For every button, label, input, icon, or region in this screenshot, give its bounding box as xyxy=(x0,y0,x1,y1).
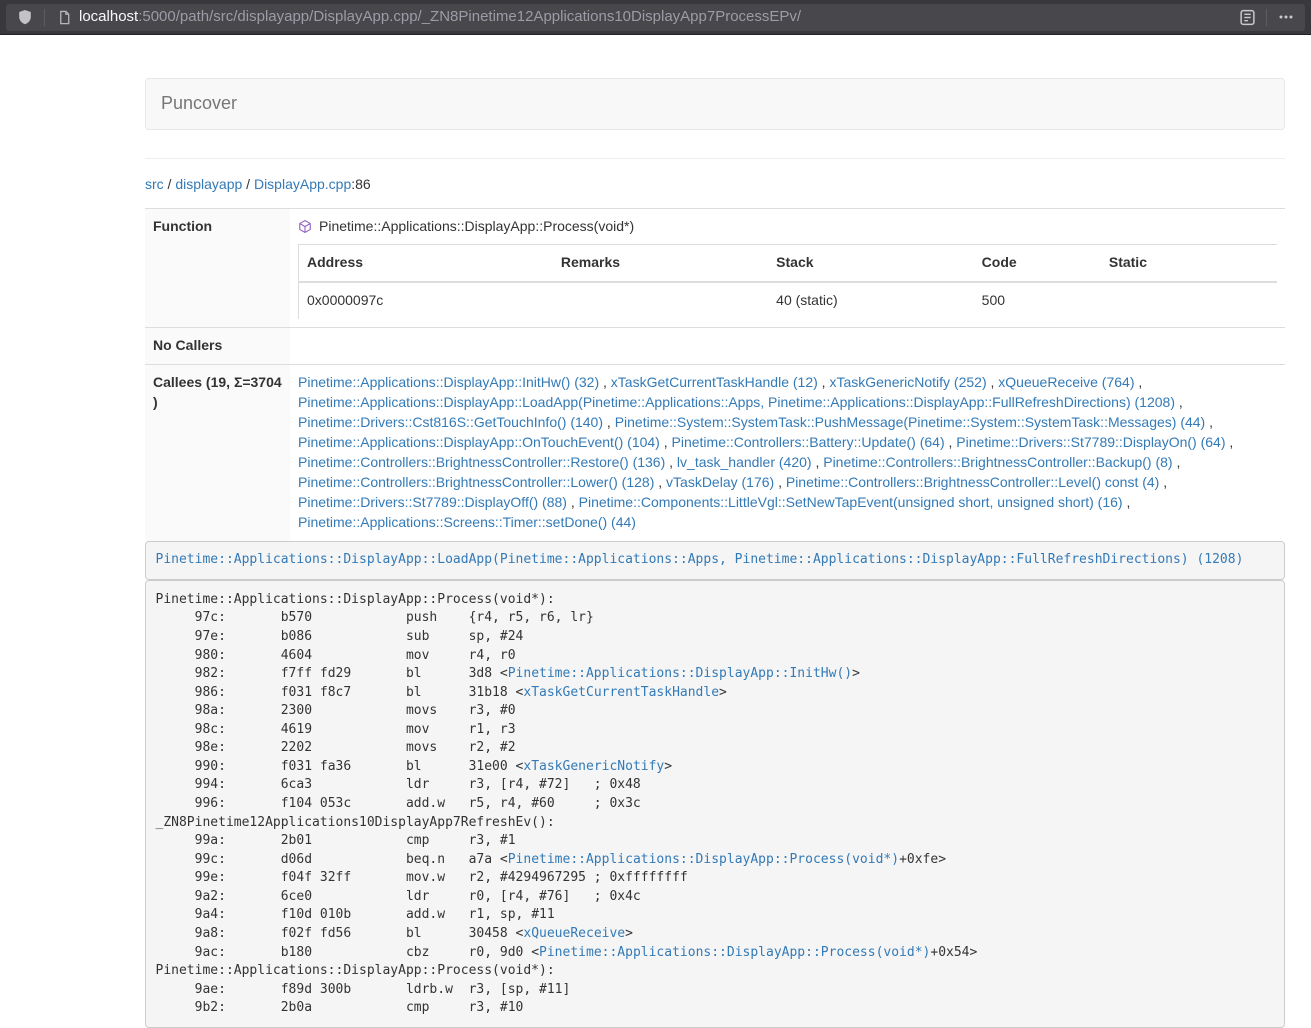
remarks-value xyxy=(553,282,768,319)
callee-link[interactable]: xTaskGetCurrentTaskHandle (12) xyxy=(611,374,818,390)
function-stats-row: 0x0000097c 40 (static) 500 xyxy=(299,282,1278,319)
function-row: Function Pinetime::Applications::Display… xyxy=(145,208,1285,327)
assembly-symbol-link[interactable]: xQueueReceive xyxy=(523,926,625,941)
function-stats-table: Address Remarks Stack Code Static 0x0000… xyxy=(298,244,1277,319)
function-name-row: Pinetime::Applications::DisplayApp::Proc… xyxy=(298,217,1277,237)
function-label: Function xyxy=(145,208,290,327)
content-container: Puncover src / displayapp / DisplayApp.c… xyxy=(145,78,1285,1028)
assembly-symbol-link[interactable]: xTaskGetCurrentTaskHandle xyxy=(523,685,719,700)
url-host: localhost xyxy=(79,8,138,25)
url-bar-divider xyxy=(44,9,45,26)
callee-link[interactable]: Pinetime::Controllers::BrightnessControl… xyxy=(298,474,654,490)
callee-link[interactable]: Pinetime::Applications::Screens::Timer::… xyxy=(298,514,636,530)
callees-label: Callees (19, Σ=3704 ) xyxy=(145,364,290,540)
callee-link[interactable]: Pinetime::Applications::DisplayApp::OnTo… xyxy=(298,434,660,450)
callee-link[interactable]: vTaskDelay (176) xyxy=(666,474,774,490)
assembly-symbol-link[interactable]: Pinetime::Applications::DisplayApp::Proc… xyxy=(508,852,899,867)
callee-link[interactable]: Pinetime::Drivers::Cst816S::GetTouchInfo… xyxy=(298,414,603,430)
code-value: 500 xyxy=(974,282,1101,319)
assembly-box: Pinetime::Applications::DisplayApp::Proc… xyxy=(145,580,1285,1028)
callee-link[interactable]: Pinetime::Controllers::BrightnessControl… xyxy=(298,454,665,470)
page-icon[interactable] xyxy=(53,6,75,28)
callee-link[interactable]: Pinetime::System::SystemTask::PushMessag… xyxy=(615,414,1206,430)
breadcrumb-separator: / xyxy=(242,176,254,192)
no-callers-label: No Callers xyxy=(145,327,290,364)
no-callers-row: No Callers xyxy=(145,327,1285,364)
breadcrumb-link[interactable]: DisplayApp.cpp xyxy=(254,176,351,192)
function-name: Pinetime::Applications::DisplayApp::Proc… xyxy=(319,217,634,237)
col-header-stack: Stack xyxy=(768,244,973,281)
snippet-link[interactable]: Pinetime::Applications::DisplayApp::Load… xyxy=(156,552,1244,567)
breadcrumb-link[interactable]: displayapp xyxy=(175,176,242,192)
col-header-static: Static xyxy=(1101,244,1277,281)
breadcrumb-line-number: :86 xyxy=(351,176,370,192)
callee-link[interactable]: Pinetime::Controllers::Battery::Update()… xyxy=(672,434,945,450)
function-table: Function Pinetime::Applications::Display… xyxy=(145,208,1285,541)
col-header-code: Code xyxy=(974,244,1101,281)
navbar: Puncover xyxy=(145,78,1285,130)
breadcrumb: src / displayapp / DisplayApp.cpp:86 xyxy=(145,175,1285,195)
callees-row: Callees (19, Σ=3704 ) Pinetime::Applicat… xyxy=(145,364,1285,540)
cube-icon xyxy=(298,219,312,234)
callee-link[interactable]: Pinetime::Drivers::St7789::DisplayOff() … xyxy=(298,494,567,510)
brand-link[interactable]: Puncover xyxy=(146,91,252,117)
url-bar-divider xyxy=(1266,9,1267,26)
address-value: 0x0000097c xyxy=(299,282,553,319)
breadcrumb-separator: / xyxy=(164,176,176,192)
url-text: localhost:5000/path/src/displayapp/Displ… xyxy=(79,6,1236,27)
page-actions-icon[interactable] xyxy=(1275,6,1297,28)
reader-view-icon[interactable] xyxy=(1236,6,1258,28)
url-path: :5000/path/src/displayapp/DisplayApp.cpp… xyxy=(138,8,801,25)
col-header-address: Address xyxy=(299,244,553,281)
callee-link[interactable]: Pinetime::Applications::DisplayApp::Load… xyxy=(298,394,1175,410)
callees-cell: Pinetime::Applications::DisplayApp::Init… xyxy=(290,364,1285,540)
browser-toolbar: localhost:5000/path/src/displayapp/Displ… xyxy=(0,0,1311,35)
url-bar[interactable]: localhost:5000/path/src/displayapp/Displ… xyxy=(6,4,1305,31)
callee-link[interactable]: Pinetime::Controllers::BrightnessControl… xyxy=(823,454,1172,470)
callee-link[interactable]: xQueueReceive (764) xyxy=(998,374,1134,390)
col-header-remarks: Remarks xyxy=(553,244,768,281)
callee-link[interactable]: Pinetime::Components::LittleVgl::SetNewT… xyxy=(579,494,1123,510)
callee-link[interactable]: Pinetime::Controllers::BrightnessControl… xyxy=(786,474,1159,490)
assembly-symbol-link[interactable]: Pinetime::Applications::DisplayApp::Init… xyxy=(508,666,852,681)
callee-link[interactable]: xTaskGenericNotify (252) xyxy=(829,374,986,390)
static-value xyxy=(1101,282,1277,319)
assembly-symbol-link[interactable]: xTaskGenericNotify xyxy=(523,759,664,774)
shield-icon[interactable] xyxy=(14,6,36,28)
assembly-symbol-link[interactable]: Pinetime::Applications::DisplayApp::Proc… xyxy=(539,945,930,960)
divider xyxy=(145,158,1285,159)
stack-value: 40 (static) xyxy=(768,282,973,319)
breadcrumb-link[interactable]: src xyxy=(145,176,164,192)
callee-link[interactable]: Pinetime::Drivers::St7789::DisplayOn() (… xyxy=(956,434,1225,450)
callee-link[interactable]: lv_task_handler (420) xyxy=(677,454,812,470)
callee-link[interactable]: Pinetime::Applications::DisplayApp::Init… xyxy=(298,374,599,390)
snippet-box: Pinetime::Applications::DisplayApp::Load… xyxy=(145,541,1285,581)
